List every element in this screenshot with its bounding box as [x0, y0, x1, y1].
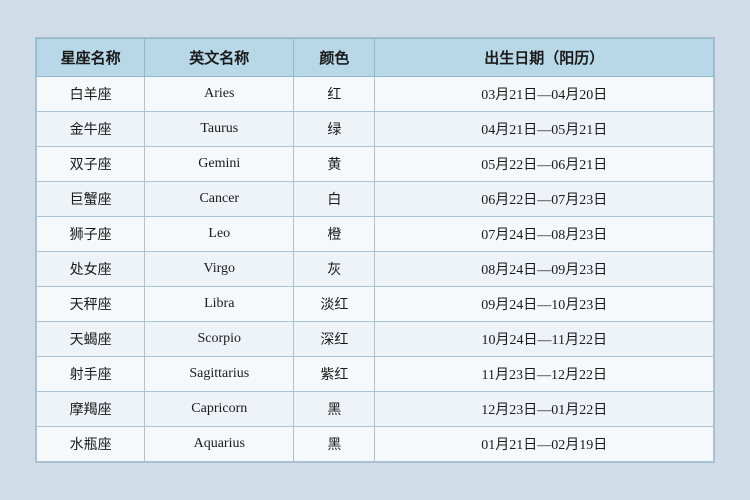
cell-color: 白 [294, 182, 375, 217]
cell-date: 09月24日—10月23日 [375, 287, 714, 322]
table-header-row: 星座名称 英文名称 颜色 出生日期（阳历） [37, 39, 714, 77]
cell-date: 06月22日—07月23日 [375, 182, 714, 217]
cell-date: 07月24日—08月23日 [375, 217, 714, 252]
cell-zh: 狮子座 [37, 217, 145, 252]
header-date: 出生日期（阳历） [375, 39, 714, 77]
cell-zh: 白羊座 [37, 77, 145, 112]
header-color: 颜色 [294, 39, 375, 77]
table-row: 巨蟹座Cancer白06月22日—07月23日 [37, 182, 714, 217]
header-zh: 星座名称 [37, 39, 145, 77]
cell-en: Leo [145, 217, 294, 252]
table-row: 摩羯座Capricorn黑12月23日—01月22日 [37, 392, 714, 427]
cell-en: Aries [145, 77, 294, 112]
cell-color: 灰 [294, 252, 375, 287]
table-row: 水瓶座Aquarius黑01月21日—02月19日 [37, 427, 714, 462]
cell-color: 紫红 [294, 357, 375, 392]
cell-date: 10月24日—11月22日 [375, 322, 714, 357]
cell-date: 11月23日—12月22日 [375, 357, 714, 392]
cell-date: 01月21日—02月19日 [375, 427, 714, 462]
cell-date: 03月21日—04月20日 [375, 77, 714, 112]
cell-zh: 水瓶座 [37, 427, 145, 462]
cell-color: 黑 [294, 427, 375, 462]
table-row: 双子座Gemini黄05月22日—06月21日 [37, 147, 714, 182]
zodiac-table-container: 星座名称 英文名称 颜色 出生日期（阳历） 白羊座Aries红03月21日—04… [35, 37, 715, 463]
header-en: 英文名称 [145, 39, 294, 77]
cell-zh: 天秤座 [37, 287, 145, 322]
zodiac-table: 星座名称 英文名称 颜色 出生日期（阳历） 白羊座Aries红03月21日—04… [36, 38, 714, 462]
cell-en: Virgo [145, 252, 294, 287]
cell-zh: 射手座 [37, 357, 145, 392]
table-row: 白羊座Aries红03月21日—04月20日 [37, 77, 714, 112]
cell-en: Libra [145, 287, 294, 322]
table-row: 处女座Virgo灰08月24日—09月23日 [37, 252, 714, 287]
cell-date: 12月23日—01月22日 [375, 392, 714, 427]
cell-en: Scorpio [145, 322, 294, 357]
cell-zh: 天蝎座 [37, 322, 145, 357]
cell-zh: 摩羯座 [37, 392, 145, 427]
cell-color: 淡红 [294, 287, 375, 322]
cell-color: 黑 [294, 392, 375, 427]
cell-color: 深红 [294, 322, 375, 357]
table-body: 白羊座Aries红03月21日—04月20日金牛座Taurus绿04月21日—0… [37, 77, 714, 462]
cell-zh: 金牛座 [37, 112, 145, 147]
table-row: 狮子座Leo橙07月24日—08月23日 [37, 217, 714, 252]
table-row: 射手座Sagittarius紫红11月23日—12月22日 [37, 357, 714, 392]
cell-color: 橙 [294, 217, 375, 252]
cell-color: 黄 [294, 147, 375, 182]
cell-zh: 双子座 [37, 147, 145, 182]
table-row: 金牛座Taurus绿04月21日—05月21日 [37, 112, 714, 147]
table-row: 天蝎座Scorpio深红10月24日—11月22日 [37, 322, 714, 357]
cell-en: Capricorn [145, 392, 294, 427]
cell-en: Gemini [145, 147, 294, 182]
cell-zh: 巨蟹座 [37, 182, 145, 217]
cell-date: 04月21日—05月21日 [375, 112, 714, 147]
cell-color: 绿 [294, 112, 375, 147]
cell-color: 红 [294, 77, 375, 112]
cell-zh: 处女座 [37, 252, 145, 287]
cell-en: Cancer [145, 182, 294, 217]
cell-en: Sagittarius [145, 357, 294, 392]
cell-en: Aquarius [145, 427, 294, 462]
cell-date: 08月24日—09月23日 [375, 252, 714, 287]
table-row: 天秤座Libra淡红09月24日—10月23日 [37, 287, 714, 322]
cell-date: 05月22日—06月21日 [375, 147, 714, 182]
cell-en: Taurus [145, 112, 294, 147]
